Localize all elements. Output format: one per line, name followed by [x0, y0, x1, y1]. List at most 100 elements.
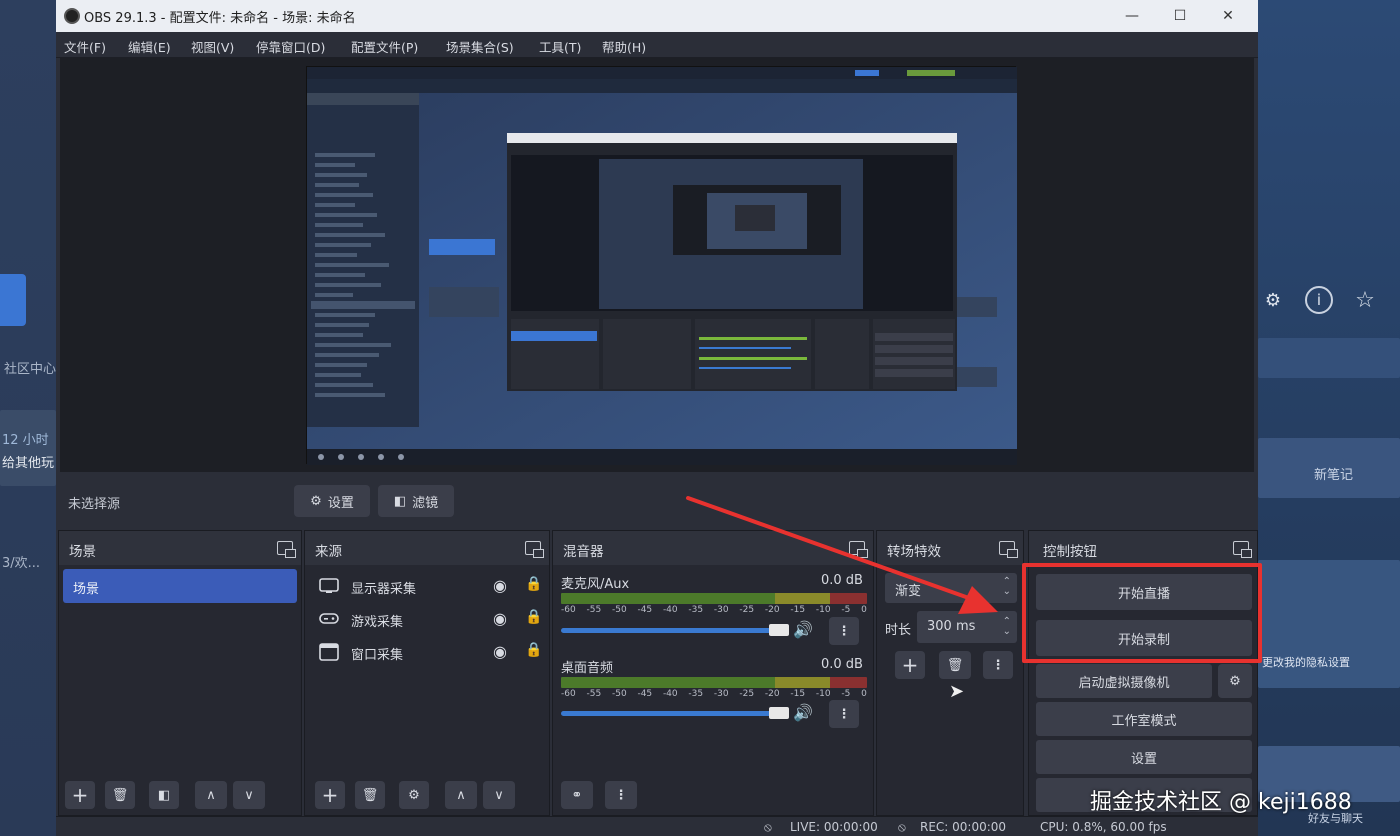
plus-icon: + [901, 653, 919, 677]
source-item-label: 游戏采集 [351, 615, 404, 630]
menu-view[interactable]: 视图(V) [191, 37, 234, 56]
advanced-audio-button[interactable]: ⚭ [561, 781, 593, 809]
star-icon: ☆ [1355, 287, 1375, 313]
chevron-up-icon: ∧ [206, 787, 216, 803]
undock-icon[interactable] [525, 541, 544, 558]
studio-mode-button[interactable]: 工作室模式 [1036, 702, 1252, 736]
menu-help[interactable]: 帮助(H) [602, 37, 646, 56]
transition-menu-button[interactable]: ⋮ [983, 651, 1013, 679]
eye-icon[interactable]: ◉ [493, 642, 507, 661]
scene-item[interactable]: 场景 [63, 569, 297, 603]
mixer-menu-button[interactable]: ⋮ [605, 781, 637, 809]
gear-icon: ⚙ [1264, 289, 1282, 311]
window-icon [319, 643, 339, 661]
undock-icon[interactable] [1233, 541, 1252, 558]
background-blue-button [0, 274, 26, 326]
move-source-up-button[interactable]: ∧ [445, 781, 477, 809]
menu-edit[interactable]: 编辑(E) [128, 37, 171, 56]
add-scene-button[interactable]: + [65, 781, 95, 809]
channel-menu-button[interactable]: ⋮ [829, 700, 859, 728]
dock-header: 控制按钮 [1029, 531, 1257, 565]
scenes-dock: 场景 场景 + 🗑 ◧ ∧ ∨ [58, 530, 302, 816]
speaker-icon[interactable]: 🔊 [793, 703, 813, 722]
dock-header: 来源 [305, 531, 549, 565]
highlight-box [1022, 563, 1262, 663]
rec-icon: ⦸ [898, 820, 906, 834]
channel-level: 0.0 dB [821, 657, 863, 672]
preview-canvas[interactable] [60, 58, 1254, 472]
lock-icon[interactable]: 🔒 [525, 642, 542, 658]
close-button[interactable]: ✕ [1216, 6, 1240, 26]
remove-scene-button[interactable]: 🗑 [105, 781, 135, 809]
source-item[interactable]: 窗口采集 ◉ 🔒 [315, 637, 543, 667]
lock-icon[interactable]: 🔒 [525, 576, 542, 592]
channel-name: 桌面音频 [561, 661, 614, 676]
rec-time: REC: 00:00:00 [920, 820, 1007, 834]
menu-profile[interactable]: 配置文件(P) [351, 37, 418, 56]
settings-button[interactable]: 设置 [1036, 740, 1252, 774]
more-vertical-icon: ⋮ [614, 787, 628, 803]
meter-ticks: -60 -55 -50 -45 -40 -35 -30 -25 -20 -15 -10 -5 0 [561, 689, 867, 699]
scene-item-label: 场景 [73, 582, 100, 597]
trash-icon: 🗑 [946, 657, 964, 673]
window-title: OBS 29.1.3 - 配置文件: 未命名 - 场景: 未命名 [84, 11, 356, 26]
background-card [0, 410, 56, 486]
maximize-button[interactable]: ☐ [1168, 6, 1192, 26]
annotation-arrow [686, 496, 998, 614]
trash-icon: 🗑 [111, 787, 129, 803]
move-source-down-button[interactable]: ∨ [483, 781, 515, 809]
obs-window: OBS 29.1.3 - 配置文件: 未命名 - 场景: 未命名 — ☐ ✕ 文… [56, 0, 1258, 836]
properties-label: 设置 [327, 495, 354, 511]
minimize-button[interactable]: — [1120, 6, 1144, 26]
remove-transition-button[interactable]: 🗑 [939, 651, 971, 679]
no-source-selected-label: 未选择源 [68, 497, 121, 512]
more-vertical-icon: ⋮ [837, 706, 851, 722]
scenes-title: 场景 [69, 544, 96, 560]
live-time: LIVE: 00:00:00 [790, 820, 878, 834]
gamepad-icon [319, 612, 339, 626]
plus-icon: + [71, 783, 89, 807]
source-properties-button[interactable]: ⚙ [399, 781, 429, 809]
volume-slider-handle[interactable] [769, 707, 789, 719]
add-transition-button[interactable]: + [895, 651, 925, 679]
filters-label: 滤镜 [412, 495, 439, 511]
move-scene-down-button[interactable]: ∨ [233, 781, 265, 809]
source-item-label: 显示器采集 [351, 582, 417, 597]
menu-docks[interactable]: 停靠窗口(D) [256, 37, 325, 56]
background-app-right [1258, 0, 1400, 836]
link-icon: ⚭ [571, 787, 583, 803]
menu-bar: 文件(F) 编辑(E) 视图(V) 停靠窗口(D) 配置文件(P) 场景集合(S… [56, 32, 1258, 58]
add-source-button[interactable]: + [315, 781, 345, 809]
source-item[interactable]: 显示器采集 ◉ 🔒 [315, 571, 543, 601]
background-card [1258, 338, 1400, 378]
recursive-capture-image [307, 67, 1017, 465]
background-text: 新笔记 [1314, 468, 1354, 483]
chevron-up-icon: ∧ [456, 787, 466, 803]
chevron-down-icon: ∨ [244, 787, 254, 803]
background-text: 社区中心 [4, 362, 57, 377]
obs-logo-icon [64, 8, 80, 24]
sources-title: 来源 [315, 544, 342, 560]
remove-source-button[interactable]: 🗑 [355, 781, 385, 809]
preview-screen-capture [306, 66, 1017, 465]
volume-slider[interactable] [561, 711, 789, 716]
properties-button[interactable]: ⚙ 设置 [294, 485, 370, 517]
gear-icon: ⚙ [1229, 673, 1241, 689]
title-bar[interactable]: OBS 29.1.3 - 配置文件: 未命名 - 场景: 未命名 — ☐ ✕ [56, 0, 1258, 32]
menu-tools[interactable]: 工具(T) [539, 37, 581, 56]
menu-file[interactable]: 文件(F) [64, 37, 106, 56]
undock-icon[interactable] [277, 541, 296, 558]
move-scene-up-button[interactable]: ∧ [195, 781, 227, 809]
filters-button[interactable]: ◧ 滤镜 [378, 485, 454, 517]
trash-icon: 🗑 [361, 787, 379, 803]
menu-scene-collection[interactable]: 场景集合(S) [446, 37, 514, 56]
scene-filters-button[interactable]: ◧ [149, 781, 179, 809]
source-item-label: 窗口采集 [351, 648, 404, 663]
start-virtual-camera-button[interactable]: 启动虚拟摄像机 [1036, 664, 1212, 698]
source-item[interactable]: 游戏采集 ◉ 🔒 [315, 604, 543, 634]
eye-icon[interactable]: ◉ [493, 576, 507, 595]
lock-icon[interactable]: 🔒 [525, 609, 542, 625]
virtual-camera-settings-button[interactable]: ⚙ [1218, 664, 1252, 698]
plus-icon: + [321, 783, 339, 807]
eye-icon[interactable]: ◉ [493, 609, 507, 628]
